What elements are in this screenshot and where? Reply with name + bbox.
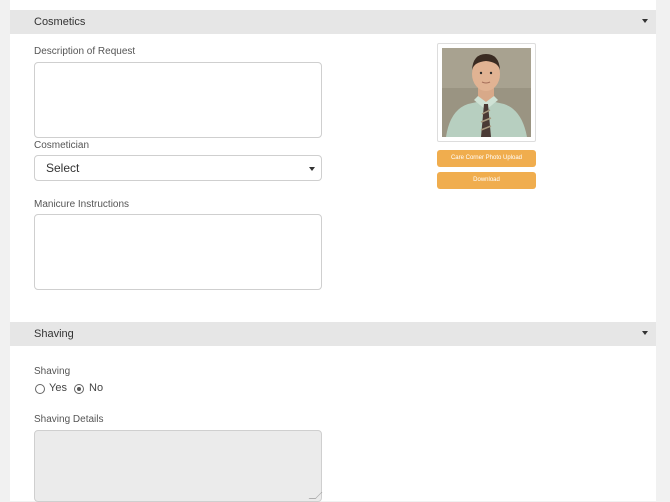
resize-handle-icon[interactable]	[308, 492, 323, 499]
photo-upload-button[interactable]: Care Corner Photo Upload	[437, 150, 536, 167]
cosmetician-selected-value: Select	[46, 161, 80, 175]
download-button[interactable]: Download	[437, 172, 536, 189]
shaving-section-header[interactable]: Shaving	[10, 322, 656, 346]
cosmetics-section-title: Cosmetics	[34, 16, 86, 28]
description-textarea[interactable]	[34, 62, 322, 138]
chevron-down-icon	[309, 167, 315, 171]
form-panel: Cosmetics Description of Request Cosmeti…	[10, 0, 656, 502]
cosmetician-label: Cosmetician	[34, 140, 90, 151]
cosmetics-section-header[interactable]: Cosmetics	[10, 10, 656, 34]
shaving-yes-label: Yes	[49, 382, 67, 394]
profile-photo	[437, 43, 536, 142]
shaving-label: Shaving	[34, 366, 71, 377]
shaving-no-radio[interactable]	[74, 384, 84, 394]
shaving-yes-radio[interactable]	[35, 384, 45, 394]
shaving-section-title: Shaving	[34, 328, 74, 340]
shaving-no-label: No	[89, 382, 104, 394]
description-label: Description of Request	[34, 46, 136, 57]
shaving-details-label: Shaving Details	[34, 414, 104, 425]
person-photo-icon	[442, 48, 531, 137]
manicure-label: Manicure Instructions	[34, 199, 130, 210]
manicure-textarea[interactable]	[34, 214, 322, 290]
shaving-details-textarea[interactable]	[34, 430, 323, 502]
cosmetician-select[interactable]: Select	[34, 155, 322, 181]
chevron-down-icon[interactable]	[642, 331, 648, 335]
chevron-down-icon[interactable]	[642, 19, 648, 23]
